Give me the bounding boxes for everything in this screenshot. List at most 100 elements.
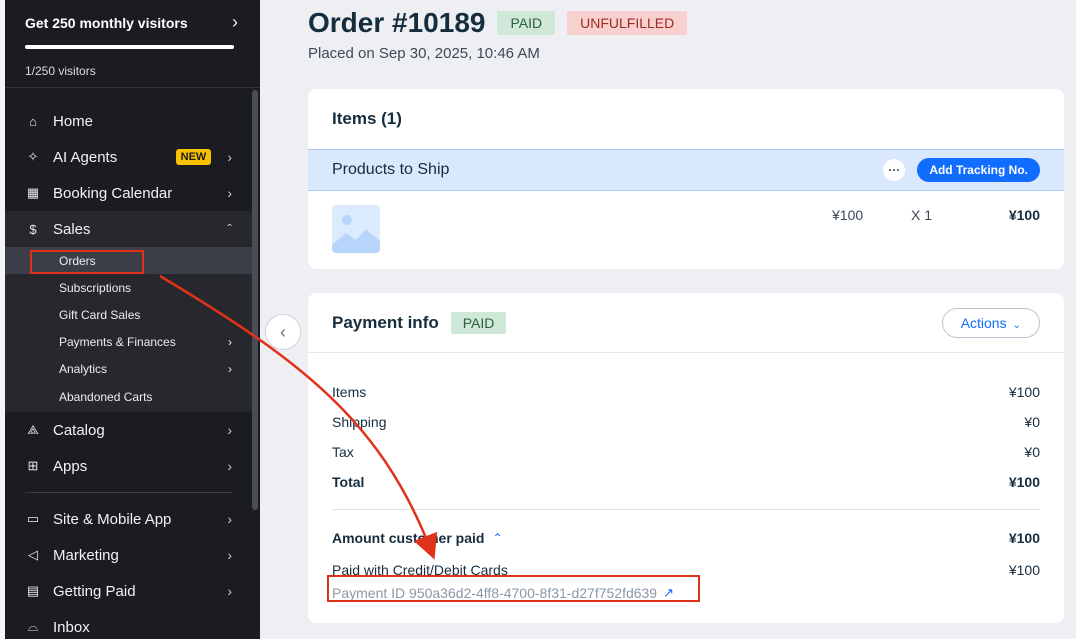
chevron-right-icon: › — [227, 511, 232, 527]
summary-row-total: Total ¥100 — [332, 467, 1040, 497]
items-title: Items (1) — [332, 109, 402, 128]
visitors-count: 1/250 visitors — [25, 64, 96, 78]
summary-label: Shipping — [332, 414, 387, 430]
payment-info-card: Payment info PAID Actions ⌄ Items ¥100 Sh… — [308, 293, 1064, 623]
chevron-right-icon: › — [227, 547, 232, 563]
sidebar-item-catalog[interactable]: ⟁ Catalog › — [5, 412, 252, 448]
chevron-right-icon: › — [227, 583, 232, 599]
placed-date: Placed on Sep 30, 2025, 10:46 AM — [308, 45, 540, 62]
summary-label: Items — [332, 384, 367, 400]
sparkle-icon: ✧ — [27, 149, 39, 164]
payment-info-title: Payment info — [332, 312, 439, 332]
sidebar-item-gift-card-sales[interactable]: Gift Card Sales — [5, 301, 252, 328]
summary-row-shipping: Shipping ¥0 — [332, 407, 1040, 437]
items-card: Items (1) Products to Ship ··· Add Track… — [308, 89, 1064, 269]
summary-value: ¥0 — [1024, 414, 1040, 430]
visitors-progress-bar — [25, 45, 234, 49]
visitors-progress-fill — [25, 45, 234, 49]
dollar-icon: $ — [29, 221, 37, 237]
actions-label: Actions — [960, 314, 1007, 331]
product-quantity: X 1 — [911, 207, 933, 223]
sidebar-item-label: Booking Calendar — [53, 184, 173, 202]
chevron-right-icon: › — [227, 422, 232, 438]
sidebar-item-label: Analytics — [59, 361, 108, 376]
chevron-right-icon: › — [232, 12, 238, 32]
sidebar-item-label: Inbox — [53, 618, 90, 636]
chevron-right-icon: › — [227, 149, 232, 165]
fulfillment-status-badge: UNFULFILLED — [567, 11, 688, 35]
site-icon: ▭ — [26, 511, 40, 526]
sidebar-item-label: Home — [53, 112, 94, 130]
payment-id-highlight-box — [327, 575, 700, 602]
payment-status-badge: PAID — [497, 11, 556, 35]
sidebar-item-getting-paid[interactable]: ▤ Getting Paid › — [5, 573, 252, 609]
calendar-icon: ▦ — [26, 185, 40, 200]
sidebar-scrollbar[interactable] — [252, 90, 258, 510]
sidebar-item-subscriptions[interactable]: Subscriptions — [5, 274, 252, 301]
chevron-up-icon: ⌃ — [492, 531, 503, 545]
payment-method-value: ¥100 — [1008, 562, 1040, 578]
image-placeholder-icon[interactable] — [332, 205, 380, 253]
sidebar-item-sales[interactable]: $ Sales ˆ — [5, 211, 252, 247]
sidebar-item-abandoned-carts[interactable]: Abandoned Carts — [5, 382, 252, 412]
sidebar-item-analytics[interactable]: Analytics › — [5, 355, 252, 382]
order-header: Order #10189 PAID UNFULFILLED — [308, 7, 1064, 39]
product-row: ¥100 X 1 ¥100 — [332, 205, 1040, 255]
apps-icon: ⊞ — [27, 458, 39, 473]
sidebar-item-label: AI Agents — [53, 148, 118, 166]
sidebar-item-payments-finances[interactable]: Payments & Finances › — [5, 328, 252, 355]
amount-paid-label: Amount customer paid — [332, 530, 485, 546]
sidebar-item-home[interactable]: ⌂ Home — [5, 103, 252, 139]
chevron-right-icon: › — [228, 361, 232, 376]
sidebar-item-label: Abandoned Carts — [59, 390, 153, 404]
summary-label: Total — [332, 474, 365, 490]
amount-paid-toggle[interactable]: Amount customer paid ⌃ — [332, 530, 503, 546]
sidebar-item-label: Payments & Finances — [59, 334, 176, 349]
sidebar-item-label: Marketing — [53, 546, 119, 564]
chevron-right-icon: › — [228, 334, 232, 349]
chevron-down-icon: ⌄ — [1012, 319, 1021, 331]
sidebar-item-inbox[interactable]: ⌓ Inbox — [5, 609, 252, 639]
sidebar-item-ai-agents[interactable]: ✧ AI Agents NEW › — [5, 139, 252, 175]
add-tracking-button[interactable]: Add Tracking No. — [917, 158, 1040, 182]
sidebar-item-marketing[interactable]: ◁ Marketing › — [5, 537, 252, 573]
document-icon: ▤ — [26, 583, 40, 598]
sidebar-divider — [25, 492, 232, 493]
sidebar-item-label: Subscriptions — [59, 280, 132, 295]
home-icon: ⌂ — [29, 113, 37, 129]
sidebar-item-label: Gift Card Sales — [59, 307, 141, 322]
summary-label: Tax — [332, 444, 354, 460]
page-title: Order #10189 — [308, 7, 486, 38]
visitors-title: Get 250 monthly visitors — [25, 14, 188, 31]
payment-info-header: Payment info PAID Actions ⌄ — [308, 293, 1064, 353]
visitors-banner[interactable]: Get 250 monthly visitors › 1/250 visitor… — [5, 0, 260, 88]
amount-paid-value: ¥100 — [1008, 530, 1040, 546]
order-page: Order #10189 PAID UNFULFILLED Placed on … — [308, 0, 1064, 623]
more-options-button[interactable]: ··· — [883, 159, 906, 181]
megaphone-icon: ◁ — [28, 547, 38, 562]
chevron-up-icon: ˆ — [227, 221, 232, 237]
summary-value: ¥0 — [1024, 444, 1040, 460]
inbox-icon: ⌓ — [27, 619, 39, 634]
actions-button[interactable]: Actions ⌄ — [941, 307, 1040, 338]
summary-row-tax: Tax ¥0 — [332, 437, 1040, 467]
product-line-total: ¥100 — [1008, 207, 1040, 223]
sidebar-item-label: Catalog — [53, 421, 105, 439]
catalog-icon: ⟁ — [27, 422, 39, 437]
sidebar-item-booking-calendar[interactable]: ▦ Booking Calendar › — [5, 175, 252, 211]
payment-summary: Items ¥100 Shipping ¥0 Tax ¥0 Total ¥100 — [308, 353, 1064, 497]
chevron-left-icon: ‹ — [280, 321, 286, 342]
summary-row-items: Items ¥100 — [332, 377, 1040, 407]
products-to-ship-label: Products to Ship — [332, 161, 450, 178]
collapse-sidebar-button[interactable]: ‹ — [265, 314, 301, 350]
amount-paid-row: Amount customer paid ⌃ ¥100 — [332, 522, 1040, 554]
chevron-right-icon: › — [227, 185, 232, 201]
sidebar: Get 250 monthly visitors › 1/250 visitor… — [5, 0, 260, 639]
sidebar-item-apps[interactable]: ⊞ Apps › — [5, 448, 252, 484]
sidebar-item-label: Sales — [53, 220, 91, 238]
product-price: ¥100 — [832, 207, 864, 223]
sidebar-item-site-mobile-app[interactable]: ▭ Site & Mobile App › — [5, 501, 252, 537]
sidebar-item-label: Site & Mobile App — [53, 510, 172, 528]
sidebar-item-label: Getting Paid — [53, 582, 136, 600]
chevron-right-icon: › — [227, 458, 232, 474]
